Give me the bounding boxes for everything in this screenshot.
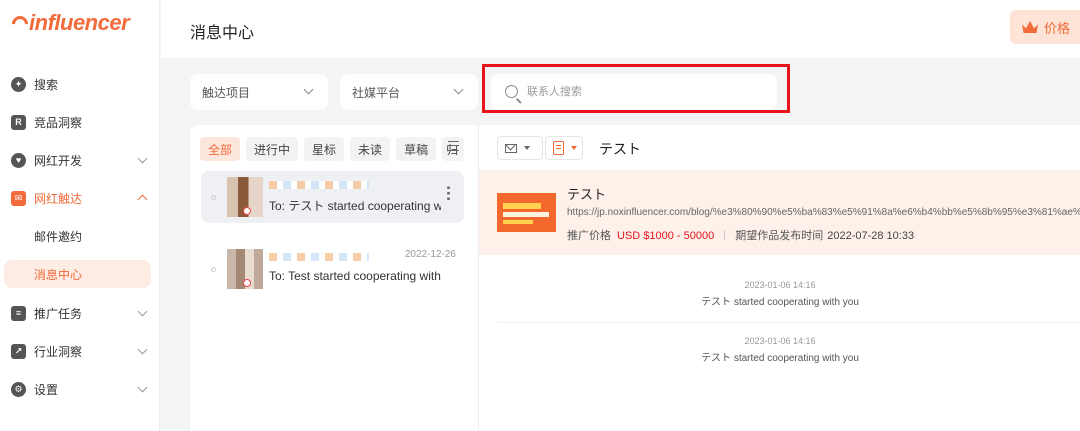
project-select[interactable]: 触达项目 [190, 74, 328, 110]
pricing-label: 价格 [1044, 20, 1071, 36]
chat-title: テスト [599, 141, 641, 157]
chevron-up-icon [137, 194, 148, 205]
divider [724, 230, 726, 240]
top-header: 消息中心 价格 [161, 0, 1080, 58]
tab-in-progress[interactable]: 进行中 [246, 137, 299, 161]
sidebar-item-promotion[interactable]: ≡ 推广任务 [0, 299, 160, 327]
message-text: テスト started cooperating with you [701, 297, 859, 308]
menu-icon[interactable] [448, 141, 459, 151]
platform-select-value: 社媒平台 [352, 85, 401, 100]
page-title: 消息中心 [190, 25, 255, 42]
envelope-icon [505, 143, 517, 153]
pricing-button[interactable]: 价格 [1010, 10, 1080, 44]
sidebar-item-industry[interactable]: ↗ 行业洞察 [0, 337, 160, 365]
conversation-date: 2022-12-26 [404, 249, 456, 260]
thumb-stripe [503, 212, 549, 217]
campaign-meta: 推广价格 USD $1000 - 50000 期望作品发布时间 2022-07-28 … [567, 227, 914, 243]
conversation-item[interactable]: 2022-12-26 To: Test started cooperating … [201, 243, 464, 295]
sidebar-item-label: 行业洞察 [34, 344, 83, 359]
conversation-preview: To: テスト started cooperating with you [269, 199, 441, 213]
message-time: 2023-01-06 14:16 [744, 280, 816, 290]
sidebar: influencer ✦ 搜索 R 竞品洞察 ♥ 网红开发 ✉ 网红触达 邮件邀… [0, 0, 160, 431]
publish-label: 期望作品发布时间 [735, 230, 824, 242]
thumb-stripe [503, 220, 533, 224]
select-radio[interactable] [211, 267, 216, 272]
brand-logo[interactable]: influencer [8, 10, 130, 36]
status-dot [243, 279, 251, 287]
sidebar-item-label: 推广任务 [34, 306, 83, 321]
chart-icon: ↗ [11, 343, 26, 359]
tab-unread[interactable]: 未读 [350, 137, 391, 161]
sidebar-subitem-message-center[interactable]: 消息中心 [4, 260, 151, 288]
document-icon [553, 141, 564, 155]
sidebar-item-competitor[interactable]: R 竞品洞察 [0, 108, 160, 136]
logo-text: nfluencer [34, 10, 130, 35]
campaign-url[interactable]: https://jp.noxinfluencer.com/blog/%e3%80… [567, 207, 1080, 218]
thumb-stripe [503, 203, 541, 209]
caret-down-icon [524, 146, 530, 150]
status-dot [243, 207, 251, 215]
chevron-down-icon [137, 306, 148, 317]
avatar [227, 249, 263, 289]
compass-icon: ✦ [11, 76, 26, 92]
select-radio[interactable] [211, 195, 216, 200]
chevron-down-icon [453, 84, 464, 95]
search-highlight-box [482, 64, 790, 113]
sidebar-item-influencer-dev[interactable]: ♥ 网红开发 [0, 146, 160, 174]
sidebar-item-label: 竞品洞察 [34, 115, 83, 130]
avatar [227, 177, 263, 217]
shield-r-icon: R [11, 114, 26, 130]
system-message: 2023-01-06 14:16 テスト started cooperating… [479, 280, 1080, 308]
sidebar-item-outreach[interactable]: ✉ 网红触达 [0, 184, 160, 212]
sidebar-item-label: 搜索 [34, 77, 59, 92]
divider [497, 322, 1080, 323]
caret-down-icon [571, 146, 577, 150]
sidebar-subitem-label: 消息中心 [34, 267, 83, 282]
conversation-preview: To: Test started cooperating with you [269, 269, 441, 283]
chevron-down-icon [137, 153, 148, 164]
task-doc-icon: ≡ [11, 305, 26, 321]
sidebar-subitem-label: 邮件邀约 [34, 229, 83, 244]
project-select-value: 触达项目 [202, 85, 251, 100]
chat-header: テスト [479, 125, 1080, 171]
mail-icon: ✉ [11, 190, 26, 206]
tab-all[interactable]: 全部 [200, 137, 241, 161]
document-button[interactable] [545, 136, 583, 160]
sidebar-item-label: 网红开发 [34, 153, 83, 168]
platform-select[interactable]: 社媒平台 [340, 74, 478, 110]
sidebar-item-label: 网红触达 [34, 191, 83, 206]
contact-name-blurred [269, 181, 369, 189]
signal-icon [8, 12, 32, 36]
status-tabs: 全部 进行中 星标 未读 草稿 归 [200, 137, 465, 161]
chat-panel: テスト テスト https://jp.noxinfluencer.com/blo… [478, 125, 1080, 431]
campaign-title: テスト [567, 187, 607, 202]
system-message: 2023-01-06 14:16 テスト started cooperating… [479, 336, 1080, 364]
gear-icon: ⚙ [11, 381, 26, 397]
message-time: 2023-01-06 14:16 [744, 336, 816, 346]
campaign-thumbnail [497, 193, 556, 232]
chevron-down-icon [303, 84, 314, 95]
more-vertical-icon[interactable] [447, 185, 450, 201]
chevron-down-icon [137, 344, 148, 355]
sidebar-subitem-email-invite[interactable]: 邮件邀约 [0, 222, 160, 250]
price-value: USD $1000 - 50000 [617, 230, 715, 242]
tab-drafts[interactable]: 草稿 [396, 137, 437, 161]
conversation-item[interactable]: To: テスト started cooperating with you [201, 171, 464, 223]
email-template-button[interactable] [497, 136, 543, 160]
sidebar-item-search[interactable]: ✦ 搜索 [0, 70, 160, 98]
tab-starred[interactable]: 星标 [304, 137, 345, 161]
publish-value: 2022-07-28 10:33 [827, 230, 915, 242]
heart-icon: ♥ [11, 152, 26, 168]
chevron-down-icon [137, 382, 148, 393]
conversation-list-panel: 全部 进行中 星标 未读 草稿 归 To: テスト started cooper… [190, 125, 478, 431]
contact-name-blurred [269, 253, 369, 261]
sidebar-item-label: 设置 [34, 382, 59, 397]
crown-icon [1022, 21, 1038, 33]
sidebar-item-settings[interactable]: ⚙ 设置 [0, 375, 160, 403]
campaign-card[interactable]: テスト https://jp.noxinfluencer.com/blog/%e… [479, 171, 1080, 255]
message-text: テスト started cooperating with you [701, 353, 859, 364]
price-label: 推广价格 [567, 230, 611, 242]
